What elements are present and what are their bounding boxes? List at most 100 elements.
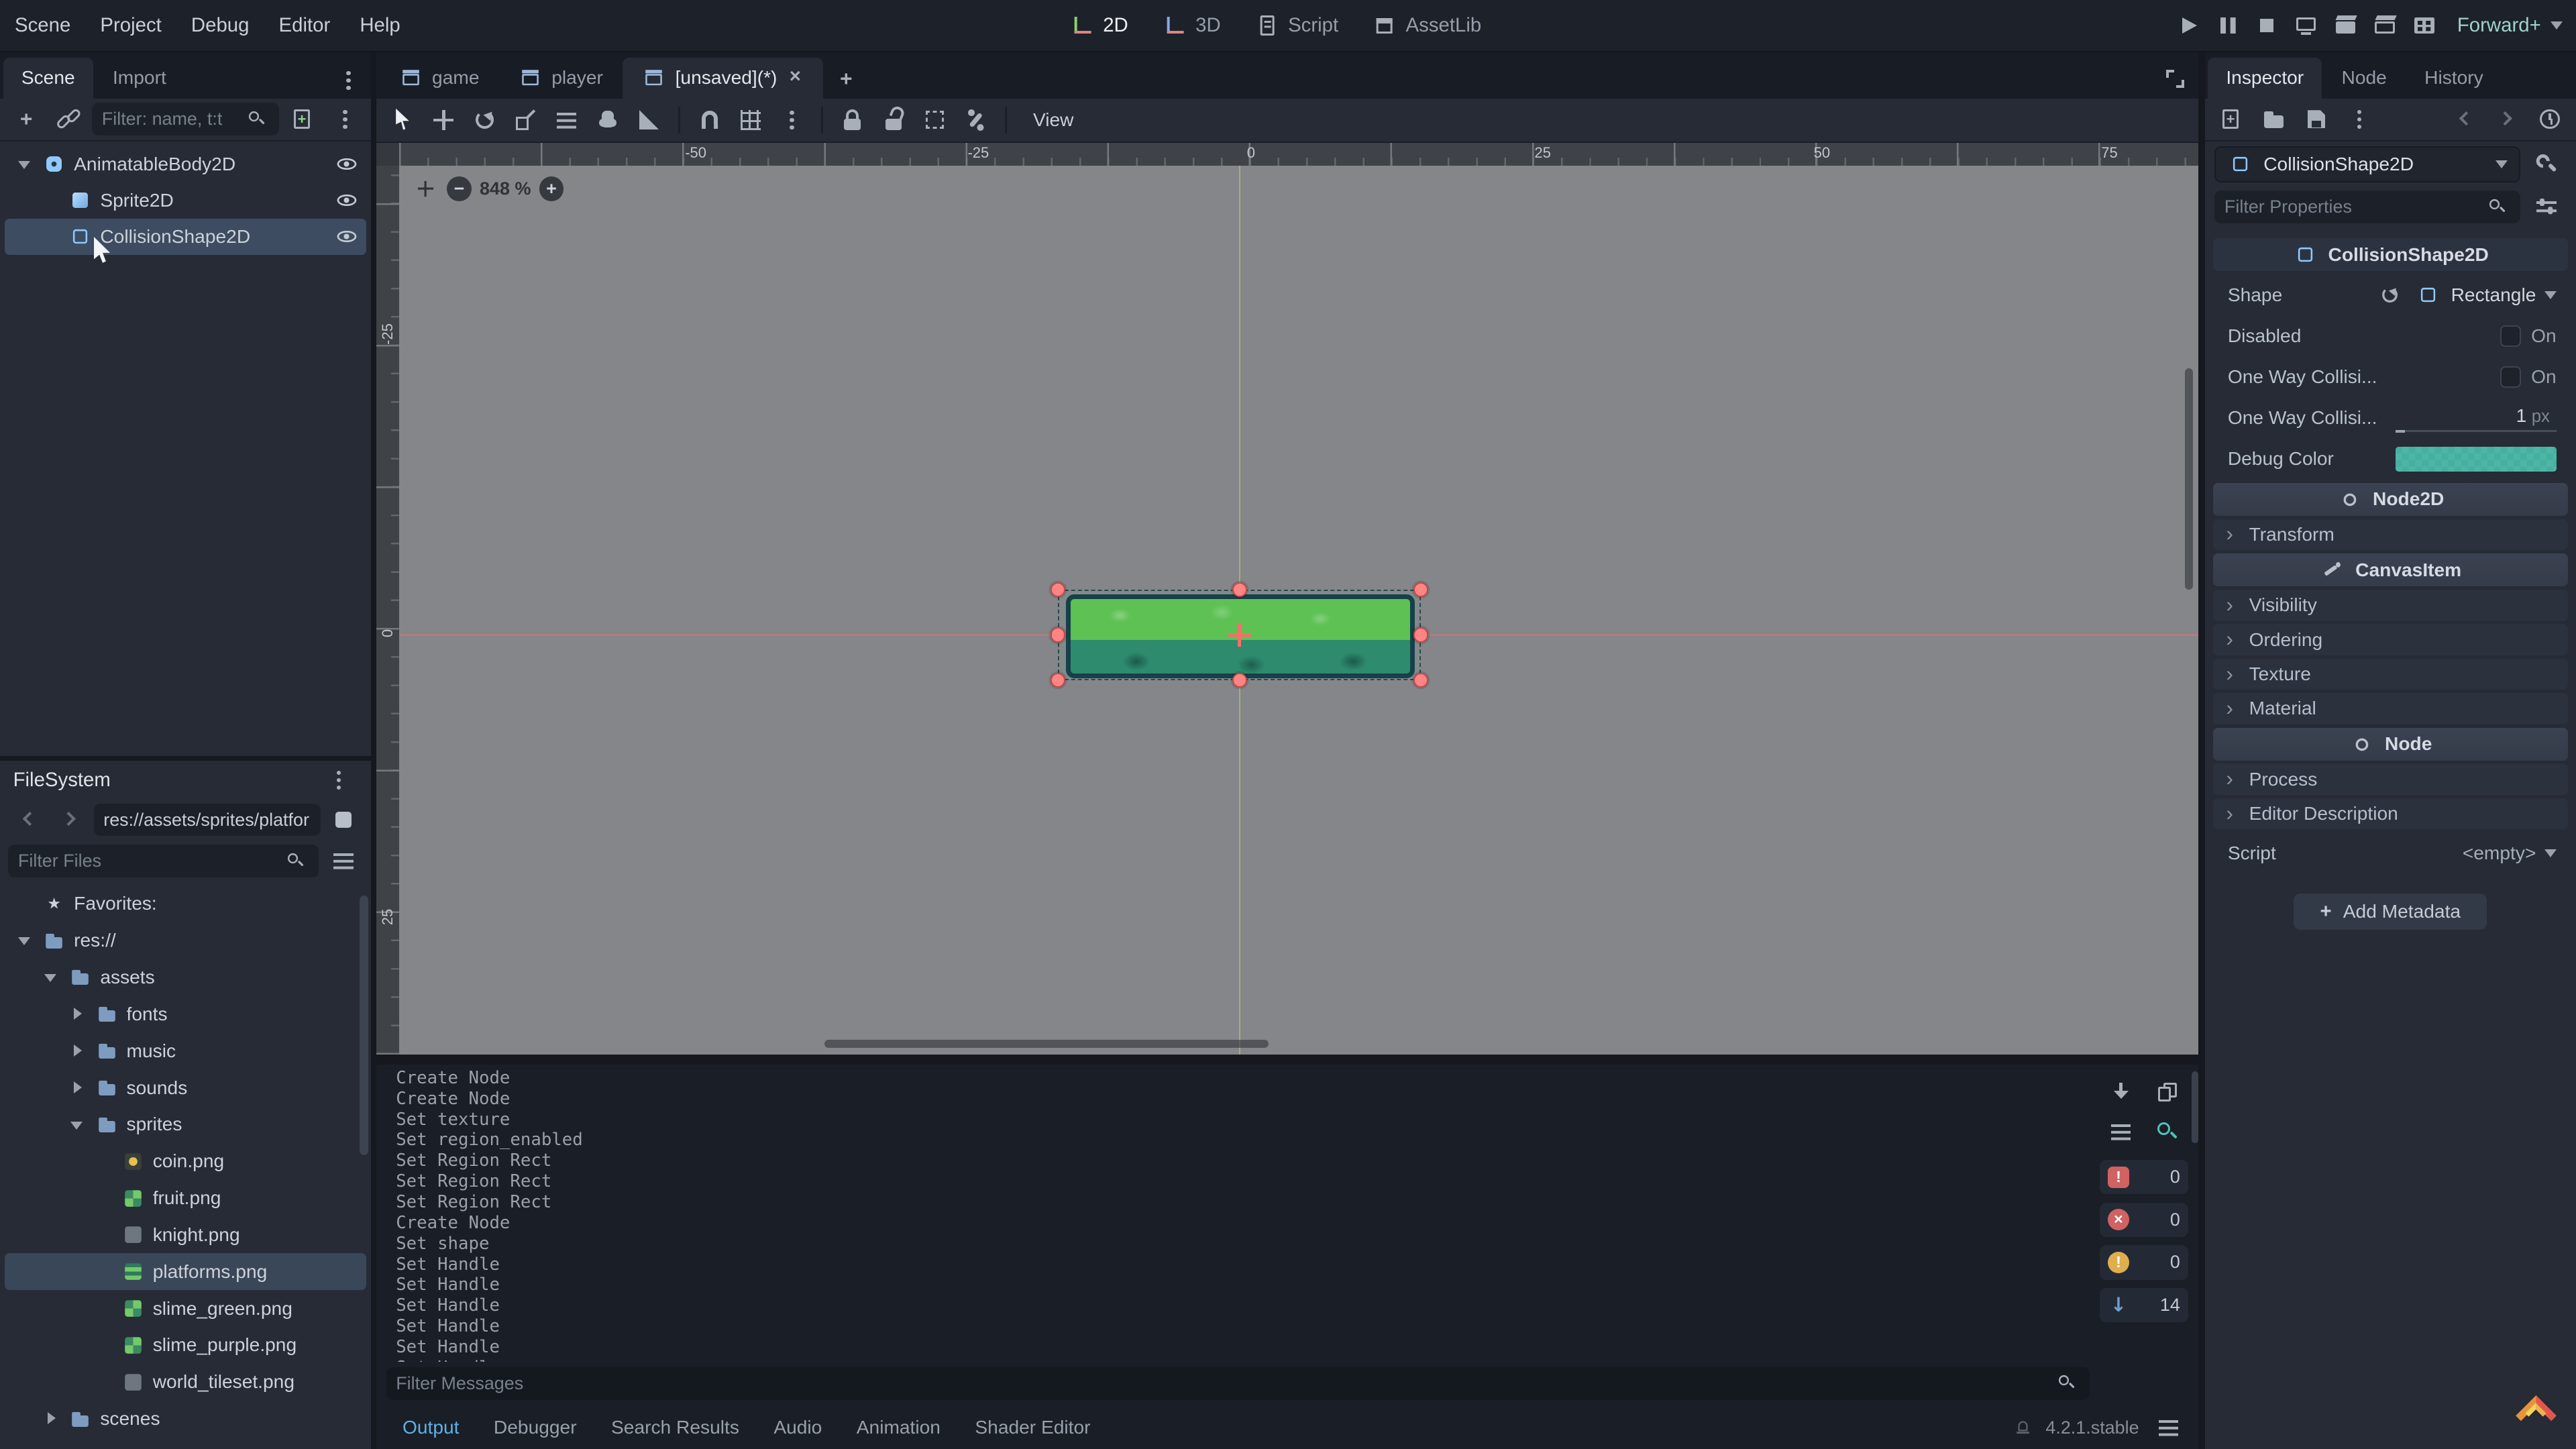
tool-button[interactable] xyxy=(424,102,464,138)
expander-icon[interactable] xyxy=(67,1004,87,1024)
bottom-panel-tab[interactable]: Shader Editor xyxy=(959,1417,1107,1438)
tool-button[interactable] xyxy=(506,102,545,138)
filesystem-row[interactable]: slime_purple.png xyxy=(5,1327,366,1364)
visibility-toggle[interactable] xyxy=(330,220,363,253)
expander-icon[interactable] xyxy=(41,1409,60,1428)
zoom-out-button[interactable] xyxy=(447,176,472,201)
horizontal-scrollbar[interactable] xyxy=(824,1040,1268,1048)
visibility-toggle[interactable] xyxy=(330,148,363,180)
lock-button[interactable] xyxy=(956,102,996,138)
bottom-panel-tab[interactable]: Audio xyxy=(757,1417,839,1438)
playback-button[interactable] xyxy=(2247,7,2286,44)
shape-handle[interactable] xyxy=(1413,673,1428,688)
message-filter-badge[interactable]: × 0 xyxy=(2100,1203,2188,1237)
tool-button[interactable] xyxy=(629,102,669,138)
filesystem-row[interactable]: fruit.png xyxy=(5,1180,366,1217)
expand-viewport-button[interactable] xyxy=(2155,59,2195,99)
vertical-scrollbar[interactable] xyxy=(2185,368,2193,590)
filesystem-row[interactable]: sounds xyxy=(5,1069,366,1106)
filesystem-row[interactable]: fonts xyxy=(5,996,366,1032)
filesystem-row[interactable]: world_tileset.png xyxy=(5,1364,366,1401)
inspector-group[interactable]: Material xyxy=(2213,693,2568,724)
view-menu[interactable]: View xyxy=(1016,109,1090,131)
inspector-group[interactable]: Process xyxy=(2213,763,2568,795)
playback-button[interactable] xyxy=(2326,7,2365,44)
snap-button[interactable] xyxy=(690,102,729,138)
property-filter-input[interactable] xyxy=(2224,197,2477,217)
output-tool-button[interactable] xyxy=(2101,1114,2141,1150)
scene-tab[interactable]: player xyxy=(499,58,621,99)
scene-tree-row[interactable]: Sprite2D xyxy=(5,182,366,219)
scene-tree-options-button[interactable] xyxy=(325,101,365,138)
lock-button[interactable] xyxy=(833,102,872,138)
close-icon[interactable] xyxy=(786,68,805,88)
zoom-in-button[interactable] xyxy=(539,176,564,201)
disabled-checkbox[interactable] xyxy=(2500,325,2522,347)
playback-button[interactable] xyxy=(2405,7,2445,44)
shape-handle[interactable] xyxy=(1413,582,1428,597)
shape-handle[interactable] xyxy=(1232,582,1247,597)
scene-dock-menu-button[interactable] xyxy=(329,62,368,99)
property-tools-button[interactable] xyxy=(2527,189,2567,225)
history-forward-button[interactable] xyxy=(2487,101,2527,138)
snap-button[interactable] xyxy=(731,102,771,138)
filesystem-row[interactable]: sprites xyxy=(5,1106,366,1143)
menu-item[interactable]: Scene xyxy=(0,0,85,51)
expander-icon[interactable] xyxy=(67,1078,87,1097)
section-collisionshape2d[interactable]: CollisionShape2D xyxy=(2213,238,2568,271)
filesystem-menu-button[interactable] xyxy=(319,762,358,798)
visibility-toggle[interactable] xyxy=(330,184,363,217)
shape-handle[interactable] xyxy=(1051,673,1065,688)
playback-button[interactable] xyxy=(2208,7,2247,44)
output-tool-button[interactable] xyxy=(2147,1075,2187,1111)
notification-icon[interactable] xyxy=(2012,1417,2032,1437)
filesystem-row[interactable]: slime_green.png xyxy=(5,1290,366,1327)
filesystem-scrollbar[interactable] xyxy=(360,896,368,1155)
menu-item[interactable]: Editor xyxy=(264,0,345,51)
shape-handle[interactable] xyxy=(1413,627,1428,642)
tool-button[interactable] xyxy=(547,102,586,138)
dock-tab[interactable]: Inspector xyxy=(2208,58,2322,99)
filesystem-row[interactable]: coin.png xyxy=(5,1143,366,1180)
filesystem-row[interactable]: Favorites: xyxy=(5,885,366,922)
dock-tab[interactable]: History xyxy=(2406,58,2501,99)
lock-button[interactable] xyxy=(915,102,955,138)
message-filter-badge[interactable]: ↓ 14 xyxy=(2100,1288,2188,1322)
add-node-button[interactable] xyxy=(7,101,46,138)
expander-icon[interactable] xyxy=(15,931,34,951)
dock-tab[interactable]: Import xyxy=(95,58,184,99)
revert-property-button[interactable] xyxy=(2375,277,2405,313)
shape-handle[interactable] xyxy=(1232,673,1247,688)
bottom-panel-tab[interactable]: Search Results xyxy=(595,1417,756,1438)
expander-icon[interactable] xyxy=(15,154,34,174)
filesystem-row[interactable]: assets xyxy=(5,959,366,996)
canvas[interactable]: 848 % xyxy=(399,166,2198,1055)
fs-forward-button[interactable] xyxy=(51,802,91,838)
dock-tab[interactable]: Node xyxy=(2324,58,2405,99)
add-metadata-button[interactable]: Add Metadata xyxy=(2294,894,2487,930)
tool-button[interactable] xyxy=(588,102,628,138)
workspace-button[interactable]: AssetLib xyxy=(1360,0,1493,51)
fs-back-button[interactable] xyxy=(8,802,48,838)
menu-item[interactable]: Project xyxy=(85,0,176,51)
scene-tree-row[interactable]: AnimatableBody2D xyxy=(5,146,366,182)
group-transform[interactable]: Transform xyxy=(2213,519,2568,551)
log-options-button[interactable] xyxy=(2149,1409,2188,1446)
bottom-panel-tab[interactable]: Debugger xyxy=(477,1417,593,1438)
renderer-select[interactable]: Forward+ xyxy=(2457,14,2563,37)
menu-item[interactable]: Help xyxy=(345,0,415,51)
snap-button[interactable] xyxy=(772,102,812,138)
menu-item[interactable]: Debug xyxy=(176,0,264,51)
scene-tree-row[interactable]: CollisionShape2D xyxy=(5,219,366,255)
2d-viewport[interactable]: -50-250255075 -25025 xyxy=(376,143,2198,1055)
filesystem-row[interactable]: res:// xyxy=(5,922,366,959)
history-back-button[interactable] xyxy=(2445,101,2484,138)
tool-button[interactable] xyxy=(465,102,504,138)
fs-sort-button[interactable] xyxy=(323,843,363,879)
filesystem-row[interactable]: music xyxy=(5,1032,366,1069)
tool-button[interactable] xyxy=(383,102,423,138)
expander-icon[interactable] xyxy=(67,1041,87,1061)
message-filter-badge[interactable]: ! 0 xyxy=(2100,1160,2188,1194)
scene-filter-input[interactable] xyxy=(102,109,237,129)
debug-color-swatch[interactable] xyxy=(2396,447,2557,472)
